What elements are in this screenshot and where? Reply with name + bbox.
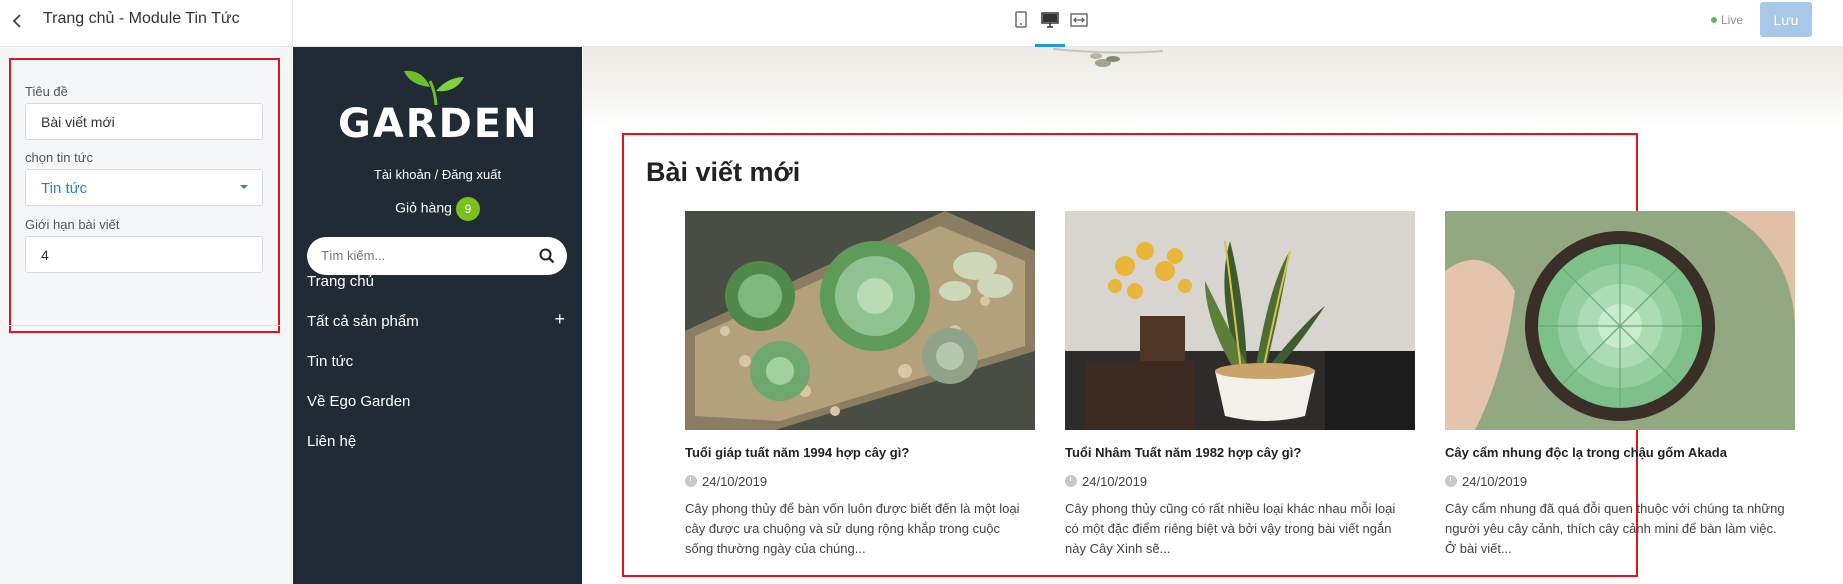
caret-down-icon bbox=[240, 185, 248, 189]
post-excerpt: Cây phong thủy cũng có rất nhiều loại kh… bbox=[1065, 501, 1396, 556]
post-date-text: 24/10/2019 bbox=[1462, 474, 1528, 489]
news-select-label: chọn tin tức bbox=[25, 150, 93, 165]
clock-icon bbox=[685, 475, 697, 487]
page-title: Trang chủ - Module Tin Tức bbox=[43, 10, 240, 27]
cart-label: Giỏ hàng bbox=[395, 199, 452, 216]
post-title[interactable]: Tuổi giáp tuất năm 1994 hợp cây gì? bbox=[685, 445, 1035, 460]
post-image-snake-plant[interactable] bbox=[1065, 211, 1415, 430]
logo-text: GARDEN bbox=[338, 101, 539, 147]
nav-item-about[interactable]: Về Ego Garden bbox=[307, 393, 569, 410]
news-section-title: Bài viết mới bbox=[646, 157, 801, 187]
post-date-text: 24/10/2019 bbox=[702, 474, 768, 489]
title-field-label: Tiêu đề bbox=[25, 84, 68, 99]
nav-item-label: Tất cả sản phẩm bbox=[307, 313, 419, 330]
limit-field[interactable] bbox=[25, 236, 263, 273]
mobile-view-button[interactable] bbox=[1006, 10, 1036, 47]
save-button[interactable]: Lưu bbox=[1760, 2, 1812, 37]
settings-panel: Tiêu đề chọn tin tức Tin tức Giới hạn bà… bbox=[0, 47, 292, 584]
limit-field-label: Giới hạn bài viết bbox=[25, 217, 120, 232]
news-post: Tuổi Nhâm Tuất năm 1982 hợp cây gì? 24/1… bbox=[1065, 211, 1415, 559]
post-excerpt: Cây phong thủy để bàn vốn luôn được biết… bbox=[685, 501, 1020, 556]
back-arrow-icon[interactable] bbox=[6, 10, 28, 32]
fullwidth-view-button[interactable] bbox=[1064, 10, 1094, 47]
news-select[interactable]: Tin tức bbox=[25, 169, 263, 206]
cart-count-badge: 9 bbox=[455, 197, 480, 221]
nav-item-home[interactable]: Trang chủ bbox=[307, 273, 569, 290]
post-date-text: 24/10/2019 bbox=[1082, 474, 1148, 489]
news-select-value: Tin tức bbox=[41, 180, 88, 197]
search-box bbox=[307, 237, 567, 275]
mobile-icon bbox=[1015, 11, 1027, 28]
live-label: Live bbox=[1721, 13, 1744, 27]
post-title[interactable]: Tuổi Nhâm Tuất năm 1982 hợp cây gì? bbox=[1065, 445, 1415, 460]
cart-link[interactable]: Giỏ hàng 9 bbox=[395, 197, 480, 221]
nav-item-news[interactable]: Tin tức bbox=[307, 353, 569, 370]
settings-divider bbox=[9, 325, 280, 326]
post-date: 24/10/2019 bbox=[1065, 474, 1415, 489]
live-status: Live bbox=[1711, 13, 1743, 27]
expand-plus-icon[interactable]: + bbox=[554, 309, 565, 330]
clock-icon bbox=[1065, 475, 1077, 487]
editor-topbar: Trang chủ - Module Tin Tức Live Lưu bbox=[0, 0, 1843, 47]
page-preview: Bài viết mới Tuổi giáp tuất năm 1994 hợp… bbox=[583, 47, 1843, 584]
post-image-echeveria[interactable] bbox=[1445, 211, 1795, 430]
nav-item-contact[interactable]: Liên hệ bbox=[307, 433, 569, 450]
news-post: Cây cẩm nhung độc lạ trong chậu gốm Akad… bbox=[1445, 211, 1795, 559]
post-date: 24/10/2019 bbox=[1445, 474, 1795, 489]
desktop-icon bbox=[1041, 12, 1059, 28]
desktop-view-button[interactable] bbox=[1035, 10, 1065, 47]
fullwidth-icon bbox=[1070, 13, 1088, 27]
settings-highlight: Tiêu đề chọn tin tức Tin tức Giới hạn bà… bbox=[9, 58, 280, 333]
site-sidebar: GARDEN Tài khoản / Đăng xuất Giỏ hàng 9 T… bbox=[293, 47, 582, 584]
banner-image bbox=[583, 47, 1843, 127]
account-link[interactable]: Tài khoản / Đăng xuất bbox=[293, 167, 582, 182]
post-date: 24/10/2019 bbox=[685, 474, 1035, 489]
site-logo[interactable]: GARDEN bbox=[338, 67, 538, 147]
post-excerpt: Cây cẩm nhung đã quá đỗi quen thuộc với … bbox=[1445, 501, 1785, 556]
news-post: Tuổi giáp tuất năm 1994 hợp cây gì? 24/1… bbox=[685, 211, 1035, 559]
search-input[interactable] bbox=[321, 248, 521, 263]
search-icon[interactable] bbox=[539, 248, 555, 264]
divider bbox=[292, 0, 293, 47]
clock-icon bbox=[1445, 475, 1457, 487]
cart: Giỏ hàng 9 bbox=[293, 197, 582, 221]
post-title[interactable]: Cây cẩm nhung độc lạ trong chậu gốm Akad… bbox=[1445, 445, 1795, 460]
branch-decoration bbox=[1053, 48, 1164, 67]
nav-item-all-products[interactable]: Tất cả sản phẩm + bbox=[307, 309, 569, 330]
post-image-succulent-tray[interactable] bbox=[685, 211, 1035, 430]
title-field[interactable] bbox=[25, 103, 263, 140]
live-dot-icon bbox=[1711, 17, 1717, 23]
